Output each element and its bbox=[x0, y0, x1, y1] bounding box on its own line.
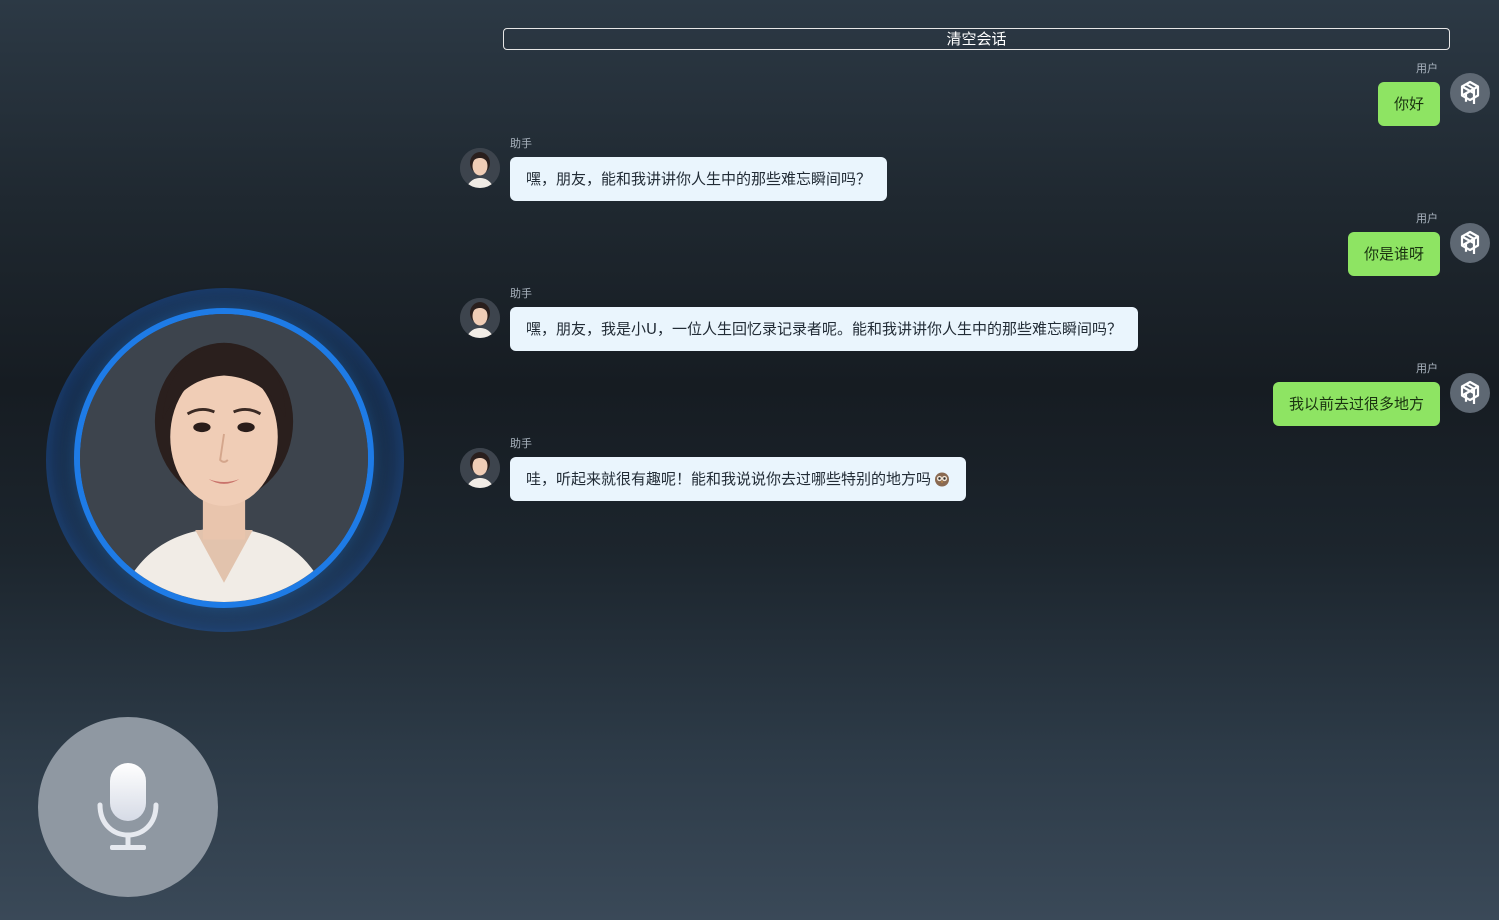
clear-conversation-button[interactable]: 清空会话 bbox=[503, 28, 1450, 50]
openai-logo-icon bbox=[1460, 380, 1480, 404]
chat-message-list: 用户 你好 助手 嘿，朋友，能和我讲讲你人生中的那些难忘瞬间吗？ 用户 你是谁呀… bbox=[455, 60, 1495, 520]
assistant-message-text: 哇，听起来就很有趣呢！能和我说说你去过哪些特别的地方吗 bbox=[526, 470, 932, 488]
user-message-bubble: 你是谁呀 bbox=[1348, 232, 1441, 276]
assistant-message-bubble: 哇，听起来就很有趣呢！能和我说说你去过哪些特别的地方吗 bbox=[510, 457, 967, 501]
role-label: 用户 bbox=[1416, 212, 1438, 225]
user-avatar bbox=[1450, 223, 1490, 263]
assistant-avatar bbox=[460, 148, 500, 188]
role-label: 用户 bbox=[1416, 362, 1438, 375]
microphone-button[interactable] bbox=[38, 717, 218, 897]
user-avatar bbox=[1450, 73, 1490, 113]
portrait-image bbox=[80, 314, 368, 602]
voice-chat-app: 清空会话 用户 你好 助手 嘿，朋友，能和我讲讲你人生中的那些难忘瞬间吗？ 用户… bbox=[0, 0, 1499, 920]
assistant-avatar bbox=[460, 448, 500, 488]
role-label: 助手 bbox=[510, 137, 532, 150]
microphone-icon bbox=[97, 763, 159, 850]
assistant-message-bubble: 嘿，朋友，我是小U，一位人生回忆录记录者呢。能和我讲讲你人生中的那些难忘瞬间吗？ bbox=[510, 307, 1138, 351]
digital-human-avatar bbox=[46, 288, 404, 632]
assistant-message-bubble: 嘿，朋友，能和我讲讲你人生中的那些难忘瞬间吗？ bbox=[510, 157, 888, 201]
openai-logo-icon bbox=[1460, 80, 1480, 104]
user-avatar bbox=[1450, 373, 1490, 413]
role-label: 助手 bbox=[510, 437, 532, 450]
owl-emoji-icon bbox=[935, 472, 950, 487]
assistant-avatar bbox=[460, 298, 500, 338]
openai-logo-icon bbox=[1460, 230, 1480, 254]
user-message-bubble: 你好 bbox=[1378, 82, 1441, 126]
user-message-bubble: 我以前去过很多地方 bbox=[1273, 382, 1441, 426]
assistant-face-icon bbox=[460, 148, 500, 188]
avatar-ring bbox=[74, 308, 374, 608]
role-label: 用户 bbox=[1416, 62, 1438, 75]
role-label: 助手 bbox=[510, 287, 532, 300]
assistant-face-icon bbox=[460, 298, 500, 338]
assistant-face-icon bbox=[460, 448, 500, 488]
